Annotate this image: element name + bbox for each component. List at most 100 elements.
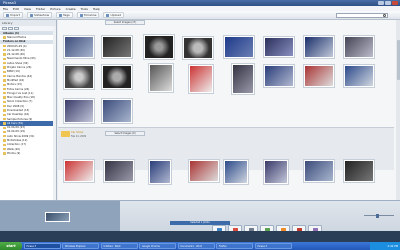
folder-list: Albums (4) Starred Photos Folders on Disk 2… xyxy=(0,31,56,156)
photo-thumbnail[interactable] xyxy=(303,159,335,183)
taskbar-task[interactable]: Google Chrome xyxy=(139,243,176,249)
photo-image xyxy=(305,161,333,181)
photo-thumbnail[interactable] xyxy=(63,64,95,90)
photo-thumbnail[interactable] xyxy=(63,98,95,124)
folder-label: Autos Show (34) xyxy=(7,61,29,65)
photo-thumbnail[interactable] xyxy=(182,36,214,60)
import-icon xyxy=(6,13,9,17)
menu-file[interactable]: File xyxy=(3,7,8,11)
folder-label: Sample Pictures (9) xyxy=(7,117,33,121)
start-button[interactable]: start xyxy=(0,242,22,250)
photo-image xyxy=(190,66,212,92)
photo-image xyxy=(225,37,253,57)
photo-thumbnail[interactable] xyxy=(101,98,133,124)
photo-image xyxy=(345,37,373,57)
photo-thumbnail[interactable] xyxy=(343,35,375,59)
photo-image xyxy=(265,66,293,86)
timeline-button[interactable]: Timeline xyxy=(76,12,100,18)
folder-icon xyxy=(3,57,6,61)
photo-thumbnail[interactable] xyxy=(343,159,375,183)
folder-icon xyxy=(3,36,6,39)
library-panel: Library Albums (4) Starred Photos Folders … xyxy=(0,20,57,200)
folder-name[interactable]: Car Show xyxy=(71,131,83,134)
photo-image xyxy=(190,161,218,181)
folder-label: BMW (19) xyxy=(7,70,20,74)
menu-folder[interactable]: Folder xyxy=(36,7,45,11)
timeline-icon xyxy=(79,13,83,17)
folder-label: Albums (4) xyxy=(3,31,19,35)
taskbar-task[interactable]: Picasa 3 xyxy=(23,243,61,249)
photo-thumbnail[interactable] xyxy=(263,159,289,185)
menu-picture[interactable]: Picture xyxy=(50,7,60,11)
tags-button[interactable]: Tags xyxy=(56,12,73,18)
search-input[interactable] xyxy=(336,12,388,18)
view-toggle-flat[interactable] xyxy=(14,27,19,30)
photo-thumbnail[interactable] xyxy=(343,64,375,88)
view-toggle-folders[interactable] xyxy=(2,27,7,30)
photo-scrollbar[interactable] xyxy=(396,20,400,200)
zoom-slider-handle[interactable] xyxy=(376,213,379,218)
photo-image xyxy=(150,161,170,183)
photo-thumbnail[interactable] xyxy=(148,159,172,185)
photo-thumbnail[interactable] xyxy=(303,35,335,59)
tray-thumbnail[interactable] xyxy=(45,212,70,222)
taskbar-task[interactable]: Document1 - Word xyxy=(177,243,215,249)
folder-icon xyxy=(3,83,6,86)
folder-label: 21-12-08 (30) xyxy=(7,48,25,52)
folder-label: Projeto Carros (26) xyxy=(7,66,32,70)
folder-icon xyxy=(3,126,6,129)
photo-thumbnail[interactable] xyxy=(103,159,135,183)
photo-thumbnail[interactable] xyxy=(143,34,175,60)
bottom-panel: Selected 1 photo Upload Email Print Expo… xyxy=(0,200,400,243)
photo-thumbnail[interactable] xyxy=(223,159,249,185)
maximize-button[interactable] xyxy=(385,0,391,5)
slideshow-button[interactable]: Slideshow xyxy=(26,12,53,18)
menu-view[interactable]: View xyxy=(24,7,31,11)
library-scrollbar[interactable] xyxy=(53,26,56,200)
photo-thumbnail[interactable] xyxy=(188,159,220,183)
taskbar-task[interactable]: Picasa 3 xyxy=(254,243,292,249)
menu-edit[interactable]: Edit xyxy=(13,7,19,11)
folder-label: Nascimento Mina (93) xyxy=(7,57,36,61)
close-button[interactable] xyxy=(392,0,398,5)
photo-thumbnail[interactable] xyxy=(223,35,255,59)
slideshow-icon xyxy=(29,13,33,17)
import-button[interactable]: Import xyxy=(3,12,23,18)
photo-thumbnail[interactable] xyxy=(263,64,295,88)
photo-thumbnail[interactable] xyxy=(148,63,174,93)
select-images-button[interactable]: Select Images (17) xyxy=(105,20,145,25)
taskbar-task[interactable]: Untitled - Paint xyxy=(100,243,138,249)
photo-thumbnail[interactable] xyxy=(263,36,295,58)
taskbar-task[interactable]: Firefox xyxy=(216,243,253,249)
folder-icon xyxy=(3,105,6,108)
photo-image xyxy=(225,161,247,183)
folder-icon xyxy=(3,117,6,121)
photo-thumbnail[interactable] xyxy=(188,64,214,94)
view-toggle-tree[interactable] xyxy=(8,27,13,30)
folder-label: Misc Quality Pics (18) xyxy=(7,96,35,100)
folder-icon xyxy=(3,66,6,69)
menu-tools[interactable]: Tools xyxy=(81,7,88,11)
photo-thumbnail[interactable] xyxy=(231,63,255,95)
photo-thumbnail[interactable] xyxy=(63,159,95,183)
menu-create[interactable]: Create xyxy=(66,7,76,11)
minimize-button[interactable] xyxy=(378,0,384,5)
photo-thumbnail[interactable] xyxy=(101,64,133,90)
select-images-button-2[interactable]: Select Images (9) xyxy=(105,131,145,136)
photo-thumbnail[interactable] xyxy=(101,35,133,59)
folder-label: Motors (15) xyxy=(7,83,22,87)
folder-label: Photos (9) xyxy=(7,151,21,155)
scrollbar-thumb[interactable] xyxy=(396,40,400,80)
folder-icon xyxy=(3,148,6,151)
taskbar-task[interactable]: Windows Explorer xyxy=(62,243,99,249)
photo-thumbnail[interactable] xyxy=(303,64,335,88)
system-clock: 2:42 PM xyxy=(370,242,400,250)
photo-image xyxy=(233,65,253,93)
folder-item[interactable]: Photos (9) xyxy=(0,151,56,155)
photo-thumbnail[interactable] xyxy=(63,35,95,59)
upload-button[interactable]: Upload xyxy=(103,12,124,18)
folder-date: Feb 14, 2009 xyxy=(71,135,87,138)
menu-help[interactable]: Help xyxy=(93,7,100,11)
zoom-slider[interactable] xyxy=(364,213,394,218)
folder-icon xyxy=(3,62,6,65)
